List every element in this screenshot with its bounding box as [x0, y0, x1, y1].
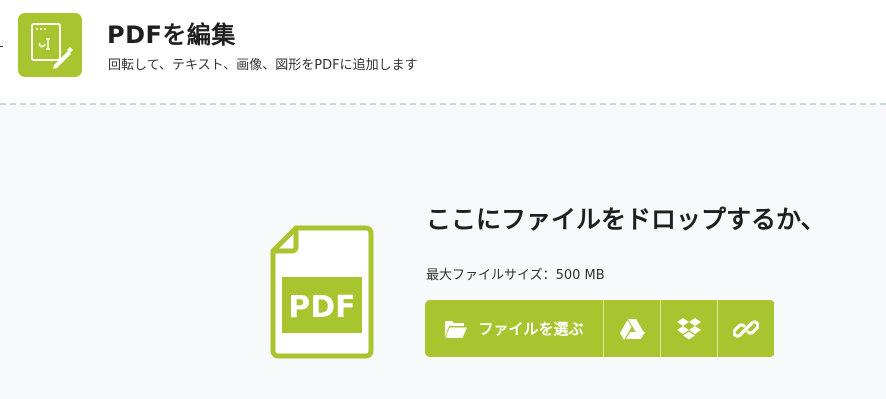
url-link-button[interactable]	[717, 300, 774, 357]
google-drive-button[interactable]	[603, 300, 660, 357]
drop-heading: ここにファイルをドロップするか、	[426, 205, 826, 234]
dropbox-icon	[676, 317, 702, 341]
page-title: PDFを編集	[107, 21, 236, 49]
pdf-file-icon-label: PDF	[288, 290, 355, 325]
link-icon	[733, 316, 759, 342]
max-file-size: 最大ファイルサイズ：500 MB	[426, 268, 605, 283]
choose-file-button[interactable]: ファイルを選ぶ	[425, 300, 603, 357]
pdf-file-icon: PDF	[270, 225, 374, 359]
google-drive-icon	[619, 318, 645, 340]
pdf-edit-icon	[18, 13, 82, 77]
upload-button-group: ファイルを選ぶ	[425, 300, 775, 357]
choose-file-label: ファイルを選ぶ	[478, 320, 584, 338]
tool-header: PDFを編集 回転して、テキスト、画像、図形をPDFに追加します	[0, 0, 886, 103]
edge-mark	[0, 46, 3, 47]
folder-open-icon	[444, 319, 468, 339]
page-subtitle: 回転して、テキスト、画像、図形をPDFに追加します	[108, 58, 418, 73]
dropbox-button[interactable]	[660, 300, 717, 357]
